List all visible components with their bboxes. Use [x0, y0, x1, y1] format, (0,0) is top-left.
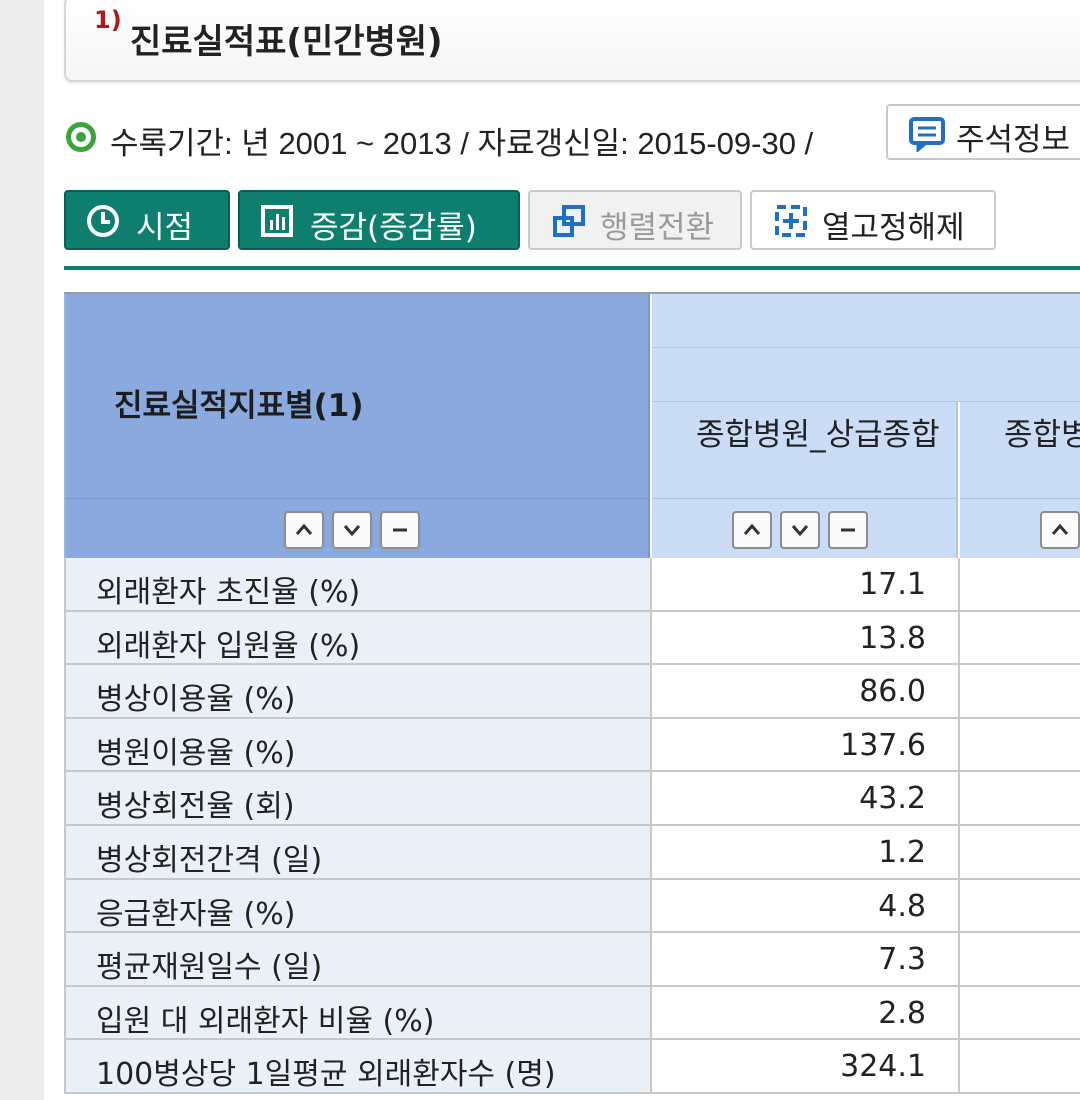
- sort-asc-button[interactable]: [284, 511, 324, 549]
- cell-empty: [960, 772, 1080, 824]
- column-header: 종합병원_상이상: [960, 402, 1080, 498]
- time-button[interactable]: 시점: [64, 190, 230, 250]
- data-table: 진료실적지표별(1) 종합병원_상급종합 종합병원_상이상: [64, 292, 1080, 1100]
- chevron-up-icon: [295, 523, 313, 535]
- pivot-button[interactable]: 행렬전환: [528, 190, 742, 250]
- cell-value: 4.8: [878, 888, 926, 924]
- bar-chart-icon: [261, 205, 293, 237]
- column-group-header: [652, 294, 1080, 348]
- toolbar-divider: [64, 266, 1080, 270]
- table-row: 입원 대 외래환자 비율 (%) 2.8: [64, 986, 1080, 1041]
- unfreeze-button[interactable]: 열고정해제: [750, 190, 996, 250]
- row-label: 외래환자 초진율 (%): [96, 575, 361, 610]
- column-sort-bar: [960, 498, 1080, 558]
- row-label: 병상회전율 (회): [96, 789, 295, 825]
- table-row: 병원이용율 (%) 137.6: [64, 718, 1080, 773]
- chevron-down-icon: [791, 525, 809, 537]
- row-label: 병상이용율 (%): [96, 682, 296, 718]
- table-row: 병상이용율 (%) 86.0: [64, 665, 1080, 719]
- column-header-label: 종합병원_상급종합: [696, 417, 940, 453]
- page-title: 진료실적표(민간병원): [130, 22, 443, 62]
- info-row: 수록기간: 년 2001 ~ 2013 / 자료갱신일: 2015-09-30 …: [64, 102, 1080, 164]
- row-label: 병상회전간격 (일): [96, 843, 323, 878]
- minus-icon: [841, 528, 855, 532]
- row-label: 평균재원일수 (일): [96, 950, 323, 986]
- table-row: 100병상당 1일평균 외래환자수 (명) 324.1: [64, 1040, 1080, 1094]
- pivot-icon: [553, 205, 585, 237]
- cell-value: 86.0: [859, 674, 926, 710]
- cell-value: 137.6: [840, 727, 926, 763]
- column-header-label: 종합병원_상이상: [1004, 417, 1080, 453]
- sort-asc-button[interactable]: [732, 511, 772, 549]
- comment-icon: [909, 117, 945, 152]
- cell-value: 324.1: [840, 1049, 926, 1085]
- row-header-cell: 진료실적지표별(1): [64, 294, 650, 498]
- left-gutter: [0, 0, 44, 1100]
- cell-empty: [960, 558, 1080, 610]
- unfreeze-icon: [775, 205, 807, 237]
- row-label: 입원 대 외래환자 비율 (%): [96, 1003, 435, 1039]
- row-label: 100병상당 1일평균 외래환자수 (명): [96, 1057, 556, 1093]
- sort-reset-button[interactable]: [828, 511, 868, 549]
- minus-icon: [393, 528, 407, 532]
- cell-value: 43.2: [859, 781, 926, 817]
- note-info-label: 주석정보: [956, 122, 1071, 158]
- time-label: 시점: [136, 210, 194, 246]
- table-row: 평균재원일수 (일) 7.3: [64, 933, 1080, 987]
- cell-empty: [960, 611, 1080, 664]
- note-info-button[interactable]: 주석정보: [886, 104, 1080, 160]
- title-number: 1): [94, 6, 122, 34]
- cell-value: 7.3: [878, 942, 926, 978]
- sort-desc-button[interactable]: [332, 511, 372, 549]
- column-subgroup-header: [652, 348, 1080, 402]
- row-label: 병원이용율 (%): [96, 735, 296, 771]
- pivot-label: 행렬전환: [600, 210, 715, 246]
- sort-desc-button[interactable]: [780, 511, 820, 549]
- chevron-up-icon: [743, 523, 761, 535]
- cell-empty: [960, 665, 1080, 717]
- cell-value: 1.2: [878, 835, 926, 870]
- row-label: 외래환자 입원율 (%): [96, 628, 361, 664]
- title-bar: 1) 진료실적표(민간병원): [64, 0, 1080, 82]
- radio-selected-icon: [66, 122, 96, 152]
- cell-empty: [960, 826, 1080, 878]
- row-label: 응급환자율 (%): [96, 896, 296, 932]
- row-header-title: 진료실적지표별(1): [114, 388, 364, 424]
- cell-value: 2.8: [878, 995, 926, 1031]
- cell-empty: [960, 879, 1080, 932]
- period-info: 수록기간: 년 2001 ~ 2013 / 자료갱신일: 2015-09-30 …: [110, 126, 814, 161]
- cell-empty: [960, 986, 1080, 1039]
- table-row: 외래환자 초진율 (%) 17.1: [64, 558, 1080, 612]
- clock-icon: [87, 205, 119, 237]
- cell-empty: [960, 933, 1080, 985]
- unfreeze-label: 열고정해제: [822, 210, 965, 246]
- sort-reset-button[interactable]: [380, 511, 420, 549]
- cell-value: 13.8: [859, 620, 926, 656]
- table-row: 병상회전율 (회) 43.2: [64, 772, 1080, 826]
- cell-empty: [960, 718, 1080, 771]
- chevron-up-icon: [1051, 523, 1069, 535]
- cell-value: 17.1: [859, 567, 926, 602]
- cell-empty: [960, 1040, 1080, 1092]
- chevron-down-icon: [343, 525, 361, 537]
- change-label: 증감(증감률): [310, 210, 477, 246]
- row-header-sort: [64, 498, 650, 558]
- table-row: 외래환자 입원율 (%) 13.8: [64, 611, 1080, 666]
- column-header: 종합병원_상급종합: [652, 402, 958, 498]
- change-button[interactable]: 증감(증감률): [238, 190, 520, 250]
- table-row: 응급환자율 (%) 4.8: [64, 879, 1080, 934]
- sort-asc-button[interactable]: [1040, 511, 1080, 549]
- table-row: 병상회전간격 (일) 1.2: [64, 826, 1080, 880]
- column-sort-bar: [652, 498, 958, 558]
